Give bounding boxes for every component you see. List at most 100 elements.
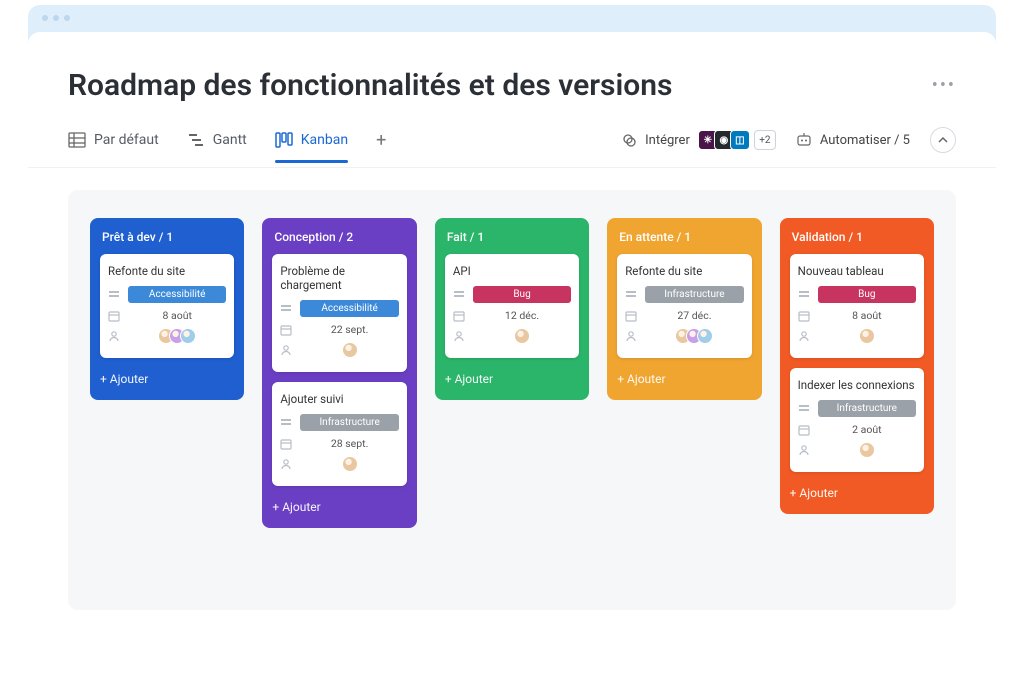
robot-icon: [796, 133, 812, 147]
kanban-card[interactable]: Refonte du site Accessibilité 8 août: [100, 254, 234, 358]
avatar: [697, 328, 713, 344]
list-icon: [453, 289, 465, 301]
card-title: Refonte du site: [108, 264, 226, 278]
user-icon: [108, 330, 120, 342]
calendar-icon: [798, 424, 810, 436]
kanban-column: Fait / 1 API Bug 12 déc. + Ajouter: [435, 218, 589, 400]
card-date: 8 août: [818, 309, 916, 322]
kanban-card[interactable]: Nouveau tableau Bug 8 août: [790, 254, 924, 358]
column-title: Conception / 2: [272, 230, 406, 244]
card-date: 12 déc.: [473, 309, 571, 322]
integration-chip: ◫: [730, 130, 750, 150]
list-icon: [280, 303, 292, 315]
automate-tool[interactable]: Automatiser / 5: [796, 133, 910, 148]
integration-more[interactable]: +2: [754, 130, 776, 150]
column-title: Prêt à dev / 1: [100, 230, 234, 244]
header: Roadmap des fonctionnalités et des versi…: [28, 32, 996, 113]
list-icon: [798, 403, 810, 415]
avatar: [859, 442, 875, 458]
kanban-board: Prêt à dev / 1 Refonte du site Accessibi…: [68, 190, 956, 610]
card-title: Ajouter suivi: [280, 392, 398, 406]
card-assignees: [818, 442, 916, 458]
card-title: Nouveau tableau: [798, 264, 916, 278]
calendar-icon: [625, 310, 637, 322]
calendar-icon: [108, 310, 120, 322]
browser-frame: Roadmap des fonctionnalités et des versi…: [28, 5, 996, 645]
page-title: Roadmap des fonctionnalités et des versi…: [68, 68, 672, 103]
kanban-card[interactable]: API Bug 12 déc.: [445, 254, 579, 358]
card-assignees: [300, 342, 398, 358]
calendar-icon: [453, 310, 465, 322]
card-title: API: [453, 264, 571, 278]
automate-label: Automatiser / 5: [820, 133, 910, 148]
card-tag: Bug: [473, 286, 571, 303]
add-card-button[interactable]: + Ajouter: [100, 368, 234, 386]
card-assignees: [300, 456, 398, 472]
kanban-card[interactable]: Ajouter suivi Infrastructure 28 sept.: [272, 382, 406, 486]
user-icon: [798, 330, 810, 342]
avatar: [180, 328, 196, 344]
avatar: [342, 342, 358, 358]
add-card-button[interactable]: + Ajouter: [617, 368, 751, 386]
user-icon: [453, 330, 465, 342]
card-assignees: [645, 328, 743, 344]
card-tag: Bug: [818, 286, 916, 303]
column-title: Validation / 1: [790, 230, 924, 244]
kanban-column: En attente / 1 Refonte du site Infrastru…: [607, 218, 761, 400]
add-card-button[interactable]: + Ajouter: [445, 368, 579, 386]
tab-default[interactable]: Par défaut: [68, 132, 159, 162]
add-view-button[interactable]: +: [376, 130, 386, 165]
more-menu-icon[interactable]: •••: [932, 75, 956, 96]
list-icon: [625, 289, 637, 301]
add-card-button[interactable]: + Ajouter: [272, 496, 406, 514]
card-tag: Accessibilité: [128, 286, 226, 303]
kanban-card[interactable]: Indexer les connexions Infrastructure 2 …: [790, 368, 924, 472]
tab-label: Gantt: [213, 132, 247, 148]
card-tag: Infrastructure: [645, 286, 743, 303]
integration-icons: ✳ ◉ ◫ +2: [698, 130, 776, 150]
kanban-card[interactable]: Problème de chargement Accessibilité 22 …: [272, 254, 406, 372]
user-icon: [280, 344, 292, 356]
card-tag: Infrastructure: [818, 400, 916, 417]
chevron-up-icon: [938, 135, 948, 145]
avatar: [342, 456, 358, 472]
calendar-icon: [798, 310, 810, 322]
toolbar: Par défaut Gantt Kanban +: [28, 113, 996, 168]
calendar-icon: [280, 324, 292, 336]
tab-label: Par défaut: [94, 132, 159, 148]
card-title: Problème de chargement: [280, 264, 398, 292]
integrate-tool[interactable]: Intégrer ✳ ◉ ◫ +2: [621, 130, 776, 150]
list-icon: [280, 417, 292, 429]
add-card-button[interactable]: + Ajouter: [790, 482, 924, 500]
collapse-button[interactable]: [930, 127, 956, 153]
card-title: Indexer les connexions: [798, 378, 916, 392]
table-icon: [68, 132, 86, 148]
integrate-icon: [621, 132, 637, 148]
user-icon: [798, 444, 810, 456]
view-tabs: Par défaut Gantt Kanban +: [68, 130, 621, 165]
kanban-column: Conception / 2 Problème de chargement Ac…: [262, 218, 416, 528]
card-assignees: [473, 328, 571, 344]
card-date: 2 août: [818, 423, 916, 436]
user-icon: [625, 330, 637, 342]
card-assignees: [818, 328, 916, 344]
tab-kanban[interactable]: Kanban: [275, 132, 348, 162]
column-title: Fait / 1: [445, 230, 579, 244]
card-assignees: [128, 328, 226, 344]
app-window: Roadmap des fonctionnalités et des versi…: [28, 32, 996, 645]
list-icon: [108, 289, 120, 301]
avatar: [859, 328, 875, 344]
right-tools: Intégrer ✳ ◉ ◫ +2 Automatiser / 5: [621, 127, 956, 167]
gantt-icon: [187, 132, 205, 148]
card-date: 22 sept.: [300, 323, 398, 336]
card-date: 28 sept.: [300, 437, 398, 450]
tab-label: Kanban: [301, 132, 348, 148]
window-controls: [42, 15, 70, 21]
tab-gantt[interactable]: Gantt: [187, 132, 247, 162]
kanban-column: Prêt à dev / 1 Refonte du site Accessibi…: [90, 218, 244, 400]
card-date: 27 déc.: [645, 309, 743, 322]
column-title: En attente / 1: [617, 230, 751, 244]
card-tag: Accessibilité: [300, 300, 398, 317]
user-icon: [280, 458, 292, 470]
kanban-card[interactable]: Refonte du site Infrastructure 27 déc.: [617, 254, 751, 358]
